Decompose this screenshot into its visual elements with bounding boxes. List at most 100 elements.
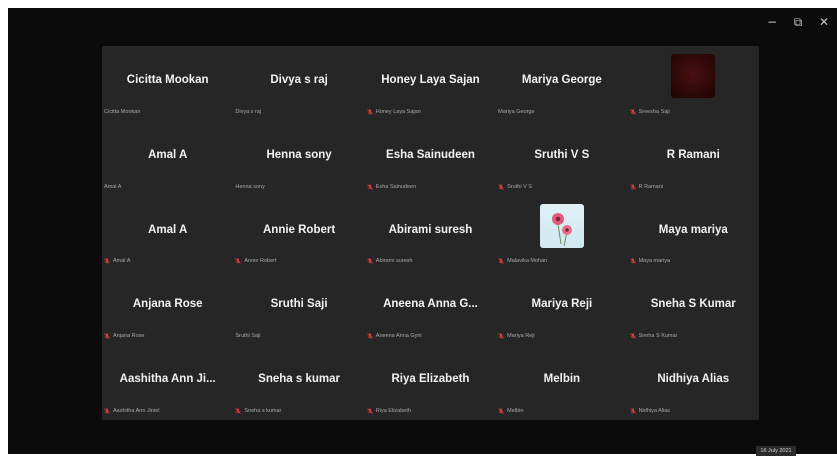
participant-tile[interactable]: Nidhiya Alias Nidhiya Alias [628,345,759,420]
participant-grid: Cicitta Mookan Cicitta Mookan Divya s raj D… [102,46,759,420]
mic-off-icon [104,258,110,265]
participant-tile[interactable]: R Ramani R Ramani [628,121,759,196]
participant-tile[interactable]: Sruthi Saji Sruthi Saji [233,270,364,345]
participant-name-label: Maya mariya [629,258,753,265]
mic-off-icon [235,408,242,414]
participant-label-text: Maya mariya [638,258,671,265]
participant-name-label: Sreesha Saji [629,108,753,115]
participant-name-label: Riya Elizabeth [367,408,490,414]
participant-label-text: Amal A [113,258,131,265]
participant-display-name: Amal A [148,148,188,161]
participant-display-name: Sneha s kumar [258,373,340,386]
participant-display-name: Cicitta Mookan [126,74,209,86]
participant-label-text: Sruthi V S [507,183,532,190]
participant-tile[interactable]: Aneena Anna G... Aneena Anna Gyni [365,270,496,345]
participant-label-text: R Ramani [638,183,664,190]
participant-tile[interactable]: Sruthi V S Sruthi V S [496,121,627,196]
participant-tile[interactable]: Sreesha Saji [628,46,759,121]
participant-label-text: Sneha S Kumar [638,333,678,340]
participant-display-name: Divya s raj [270,74,328,86]
mic-off-icon [104,333,110,339]
participant-tile[interactable]: Aashitha Ann Ji... Aashitha Ann Jiniel [102,345,233,420]
participant-tile[interactable]: Henna sony Henna sony [233,121,364,196]
participant-display-name: Mariya George [521,74,602,86]
participant-label-text: Amal A [104,183,122,190]
participant-name-label: Amal A [104,184,227,190]
participant-tile[interactable]: Mariya George Mariya George [496,46,627,121]
participant-display-name: Aneena Anna G... [383,298,478,311]
participant-name-label: Aneena Anna Gyni [367,333,490,339]
mic-off-icon [367,109,373,115]
participant-label-text: Esha Sainudeen [375,183,417,190]
participant-display-name: Melbin [543,373,581,386]
participant-tile[interactable]: Malavika Mohan [496,196,627,271]
participant-tile[interactable]: Esha Sainudeen Esha Sainudeen [365,121,496,196]
participant-label-text: Malavika Mohan [507,258,548,265]
participant-tile[interactable]: Honey Laya Sajan Honey Laya Sajan [365,46,496,121]
meeting-window: − ⧉ ✕ Cicitta Mookan Cicitta Mookan Divya … [8,8,837,456]
participant-display-name: Maya mariya [658,223,728,236]
participant-tile[interactable]: Abirami suresh Abirami suresh [365,196,496,271]
participant-display-name: Honey Laya Sajan [381,74,480,86]
participant-display-name: Amal A [148,223,188,236]
participant-label-text: Aneena Anna Gyni [375,333,422,340]
restore-button[interactable]: ⧉ [785,8,811,36]
mic-off-icon [629,109,636,115]
participant-tile[interactable]: Riya Elizabeth Riya Elizabeth [365,345,496,420]
participant-tile[interactable]: Melbin Melbin [496,345,627,420]
participant-name-label: Honey Laya Sajan [367,109,490,115]
mic-off-icon [498,258,504,265]
mic-off-icon [629,183,636,190]
participant-name-label: Nidhiya Alias [629,407,753,414]
participant-tile[interactable]: Sneha S Kumar Sneha S Kumar [628,270,759,345]
participant-tile[interactable]: Annie Robert Annie Robert [233,196,364,271]
minimize-button[interactable]: − [759,8,785,36]
mic-off-icon [629,258,636,265]
participant-label-text: Sruthi Saji [235,333,261,340]
participant-label-text: Nidhiya Alias [638,407,671,414]
participant-label-text: Aashitha Ann Jiniel [113,407,160,414]
participant-display-name: Annie Robert [262,223,336,236]
participant-display-name: Anjana Rose [132,298,203,311]
participant-name-label: Melbin [498,408,621,414]
participant-tile[interactable]: Mariya Reji Mariya Reji [496,270,627,345]
gallery-view: Cicitta Mookan Cicitta Mookan Divya s raj D… [102,46,759,420]
participant-label-text: Annie Robert [244,258,277,265]
participant-name-label: Abirami suresh [367,258,490,264]
participant-label-text: Sneha s kumar [244,407,282,414]
participant-name-label: Sruthi V S [498,184,621,190]
participant-name-label: R Ramani [629,183,753,190]
participant-label-text: Cicitta Mookan [104,108,141,115]
mic-off-icon [367,333,373,339]
participant-label-text: Henna sony [235,183,265,190]
mic-off-icon [235,258,242,265]
participant-tile[interactable]: Amal A Amal A [102,196,233,271]
date-badge: 16 July 2021 [756,446,796,456]
participant-label-text: Sreesha Saji [638,108,670,115]
participant-display-name: R Ramani [666,148,720,161]
participant-video [671,54,716,98]
mic-off-icon [367,408,373,414]
participant-name-label: Mariya Reji [498,333,621,339]
participant-name-label: Annie Robert [235,258,358,264]
participant-label-text: Abirami suresh [375,258,413,265]
participant-name-label: Sneha s kumar [235,408,358,414]
participant-label-text: Anjana Rose [113,333,145,340]
participant-tile[interactable]: Cicitta Mookan Cicitta Mookan [102,46,233,121]
participant-tile[interactable]: Sneha s kumar Sneha s kumar [233,345,364,420]
mic-off-icon [498,183,504,190]
participant-video [539,203,584,248]
mic-off-icon [629,333,636,339]
participant-tile[interactable]: Divya s raj Divya s raj [233,46,364,121]
participant-tile[interactable]: Anjana Rose Anjana Rose [102,270,233,345]
mic-off-icon [498,408,504,414]
participant-label-text: Riya Elizabeth [375,407,411,414]
participant-tile[interactable]: Maya mariya Maya mariya [628,196,759,271]
participant-name-label: Esha Sainudeen [367,184,490,190]
participant-name-label: Henna sony [235,184,358,190]
participant-display-name: Henna sony [266,148,332,161]
participant-tile[interactable]: Amal A Amal A [102,121,233,196]
close-button[interactable]: ✕ [811,8,837,36]
participant-name-label: Malavika Mohan [498,258,621,264]
participant-display-name: Aashitha Ann Ji... [119,373,216,386]
